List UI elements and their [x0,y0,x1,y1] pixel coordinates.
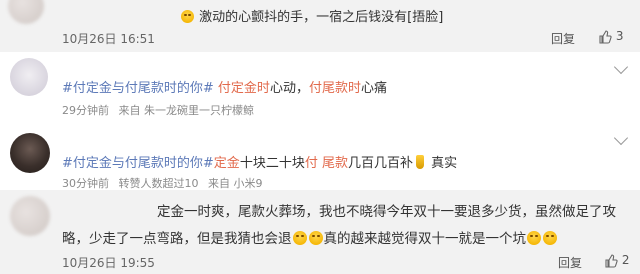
like-button[interactable]: 2 [604,253,629,268]
candle-emoji-icon [415,155,424,169]
comment-meta: 29分钟前 来自 朱一龙碗里一只柠檬鲸 [62,102,260,118]
avatar[interactable] [8,0,44,24]
comment-card-2: #付定金与付尾款时的你# 付定金时心动，付尾款时心痛 29分钟前 来自 朱一龙碗… [0,52,640,119]
comment-card-1: 激动的心颤抖的手，一宿之后钱没有[捂脸] 10月26日 16:51 回复 3 [0,0,640,52]
avatar[interactable] [10,133,50,173]
comment-meta: 30分钟前 转赞人数超过10 来自 小米9 [62,175,269,191]
comment-card-4: 定金一时爽，尾款火葬场，我也不晓得今年双十一要退多少货，虽然做足了攻 略，少走了… [0,190,640,274]
hashtag-link[interactable]: #付定金与付尾款时的你# [62,156,214,171]
comment-text-line-2: 略，少走了一点弯路，但是我猜也会退 真的越来越觉得双十一就是一个坑 [62,227,558,247]
comment-text: #付定金与付尾款时的你#定金十块二十块付 尾款几百几百补 真实 [62,155,458,171]
avatar[interactable] [10,58,48,96]
comment-text-line-1: 定金一时爽，尾款火葬场，我也不晓得今年双十一要退多少货，虽然做足了攻 [157,204,616,220]
comment-source: 来自 朱一龙碗里一只柠檬鲸 [118,104,255,117]
laughing-emoji-icon [292,231,307,245]
comment-source: 来自 小米9 [208,177,263,190]
laughing-emoji-icon [308,231,323,245]
laughing-emoji-icon [543,231,557,245]
comment-time: 30分钟前 [62,177,109,190]
comment-text: 激动的心颤抖的手，一宿之后钱没有[捂脸] [180,6,443,25]
avatar[interactable] [10,196,50,236]
chevron-down-icon[interactable] [613,59,629,75]
chevron-down-icon[interactable] [613,130,629,146]
comment-date: 10月26日 19:55 [62,256,155,270]
hashtag-link[interactable]: #付定金与付尾款时的你# [62,81,214,96]
reply-button[interactable]: 回复 [558,254,582,271]
like-button[interactable]: 3 [598,29,623,44]
thumbs-up-icon [605,253,618,268]
repost-count: 转赞人数超过10 [118,177,199,190]
comment-card-3: #付定金与付尾款时的你#定金十块二十块付 尾款几百几百补 真实 30分钟前 转赞… [0,119,640,190]
reply-button[interactable]: 回复 [551,30,575,47]
smile-emoji-icon [181,10,194,23]
comment-date: 10月26日 16:51 [62,32,155,46]
comment-time: 29分钟前 [62,104,109,117]
comment-text: #付定金与付尾款时的你# 付定金时心动，付尾款时心痛 [62,81,387,96]
laughing-emoji-icon [527,231,541,245]
thumbs-up-icon [599,29,612,44]
